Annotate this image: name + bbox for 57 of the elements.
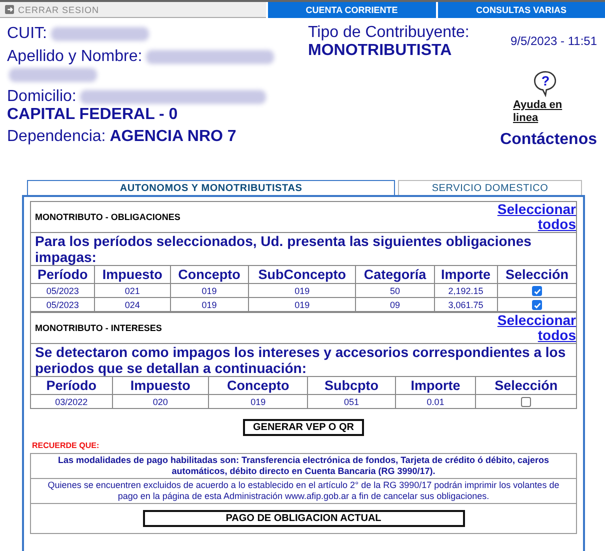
menu-tab[interactable]: CUENTA CORRIENTE xyxy=(266,2,436,18)
table-cell: 05/2023 xyxy=(30,284,95,298)
table-cell: 019 xyxy=(248,298,356,312)
current-payment-button[interactable]: PAGO DE OBLIGACION ACTUAL xyxy=(142,510,464,527)
notice-title: RECUERDE QUE: xyxy=(32,441,100,450)
table-cell: 019 xyxy=(170,284,248,298)
notice-text: Quienes se encuentren excluidos de acuerdo a lo establecido en el artículo 2° de la RG 3990/17 podrán imprimir los volantes de pago en la página de esta Administración www.afip.gob.ar a fin de cancelar sus obligaciones. xyxy=(48,480,560,501)
table-cell: 09 xyxy=(356,298,434,312)
column-header: Importe xyxy=(434,266,498,284)
column-header: Selección xyxy=(476,376,576,394)
column-header: Período xyxy=(30,266,95,284)
column-header: Período xyxy=(30,376,112,394)
dependency-value: AGENCIA NRO 7 xyxy=(110,128,236,146)
table-cell: 020 xyxy=(112,394,208,408)
column-header: Importe xyxy=(395,376,476,394)
column-header: Impuesto xyxy=(94,266,170,284)
table-cell: 03/2022 xyxy=(30,394,112,408)
table-cell: 019 xyxy=(248,284,356,298)
checkbox[interactable] xyxy=(532,286,542,296)
table-cell: 024 xyxy=(94,298,170,312)
field-label: Dependencia: xyxy=(7,128,106,146)
table-cell: 2,192.15 xyxy=(434,284,498,298)
contact-link[interactable]: Contáctenos xyxy=(500,131,597,149)
tab[interactable]: AUTONOMOS Y MONOTRIBUTISTAS xyxy=(27,180,395,195)
column-header: Categoría xyxy=(356,266,434,284)
logout-icon xyxy=(5,5,14,14)
checkbox[interactable] xyxy=(532,300,542,310)
table-cell: 05/2023 xyxy=(30,298,95,312)
table-cell: 3,061.75 xyxy=(434,298,498,312)
section-message: Se detectaron como impagos los intereses y accesorios correspondientes a los periodos que se detallan a continuación: xyxy=(35,344,566,376)
help-icon[interactable]: ? xyxy=(532,70,559,97)
table-cell: 021 xyxy=(94,284,170,298)
field-label: Domicilio: xyxy=(7,88,76,106)
table-cell: 051 xyxy=(308,394,396,408)
column-header: Impuesto xyxy=(112,376,208,394)
field-label: Apellido y Nombre: xyxy=(7,48,142,66)
column-header: Concepto xyxy=(208,376,308,394)
date-time: 9/5/2023 - 11:51 xyxy=(510,34,597,48)
table-cell: 0.01 xyxy=(395,394,476,408)
help-link[interactable]: Ayuda en linea xyxy=(513,99,565,125)
taxpayer-type: MONOTRIBUTISTA xyxy=(308,42,453,60)
table-cell: 019 xyxy=(208,394,308,408)
column-header: SubConcepto xyxy=(248,266,356,284)
notice-text: Las modalidades de pago habilitadas son: Transferencia electrónica de fondos, Tarjeta de crédito ó débito, cajeros automáticos, débito directo en Cuenta Bancaria (RG 3990/17). xyxy=(58,455,549,476)
address-value: CAPITAL FEDERAL - 0 xyxy=(7,106,178,124)
generate-button[interactable]: GENERAR VEP O QR xyxy=(243,419,364,436)
column-header: Concepto xyxy=(170,266,248,284)
field-label: Tipo de Contribuyente: xyxy=(308,24,470,42)
section-message: Para los períodos seleccionados, Ud. presenta las siguientes obligaciones impagas: xyxy=(35,233,532,265)
checkbox[interactable] xyxy=(521,396,532,407)
field-label: CUIT: xyxy=(7,25,47,43)
column-header: Subcpto xyxy=(308,376,396,394)
tab[interactable]: SERVICIO DOMESTICO xyxy=(398,180,582,195)
menu-tab[interactable]: CONSULTAS VARIAS xyxy=(436,2,605,18)
column-header: Selección xyxy=(497,266,576,284)
table-cell: 019 xyxy=(170,298,248,312)
table-cell: 50 xyxy=(356,284,434,298)
